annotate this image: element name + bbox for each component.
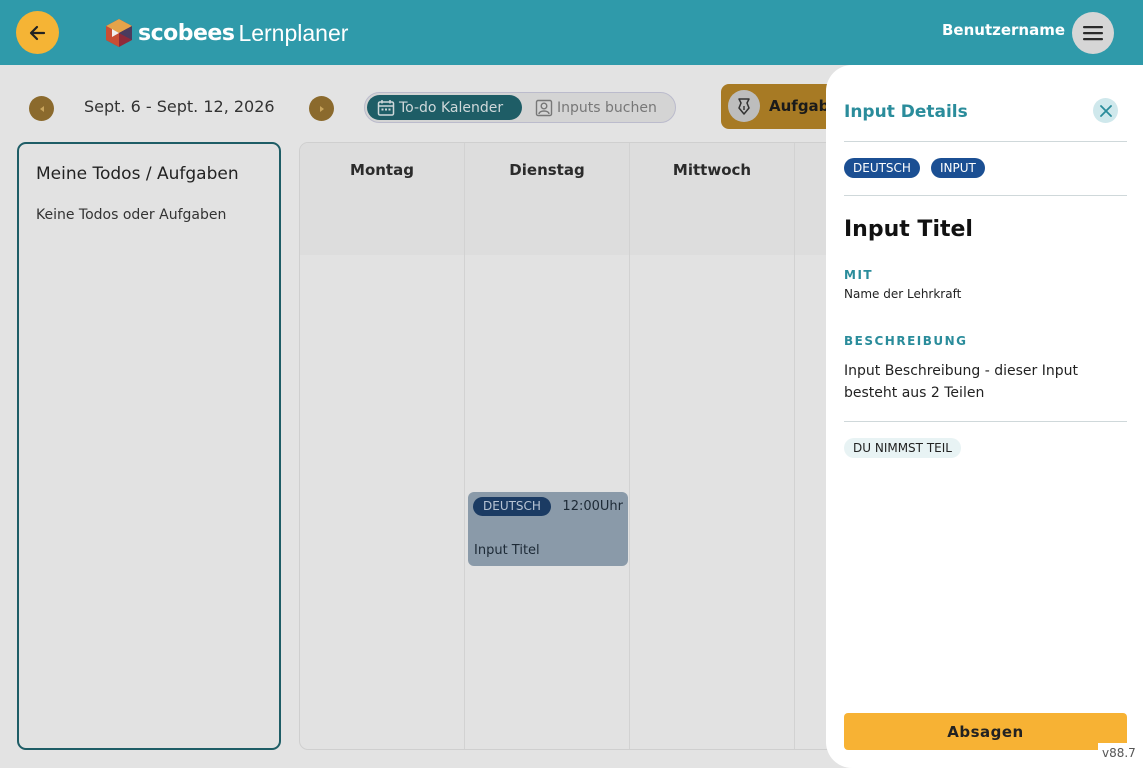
with-label: MIT xyxy=(844,268,874,282)
teacher-name: Name der Lehrkraft xyxy=(844,287,962,301)
todos-panel: Meine Todos / Aufgaben Keine Todos oder … xyxy=(17,142,281,750)
version-label: v88.7 xyxy=(1098,743,1140,763)
week-calendar: Montag Dienstag Mittwoch DEUTSCH 12:00Uh… xyxy=(299,142,839,750)
divider xyxy=(844,141,1127,142)
todos-title: Meine Todos / Aufgaben xyxy=(36,164,239,184)
tab-inputs-buchen[interactable]: Inputs buchen xyxy=(533,95,673,120)
logo-product: Lernplaner xyxy=(238,19,349,46)
app-logo: scobees Lernplaner xyxy=(104,18,348,48)
description-label: BESCHREIBUNG xyxy=(844,334,968,348)
divider xyxy=(844,195,1127,196)
calendar-column-wednesday: Mittwoch xyxy=(630,143,795,749)
pen-nib-icon xyxy=(738,98,750,115)
next-week-button[interactable] xyxy=(309,96,334,121)
calendar-column-tuesday: Dienstag xyxy=(465,143,630,749)
panel-title: Input Details xyxy=(844,102,968,122)
calendar-icon xyxy=(377,99,395,116)
back-button[interactable] xyxy=(16,11,59,54)
logo-brand: scobees xyxy=(138,20,235,46)
username[interactable]: Benutzername xyxy=(942,21,1065,39)
event-time: 12:00Uhr xyxy=(562,499,623,514)
add-aufgabe-button[interactable]: Aufgabe xyxy=(721,84,841,129)
aufgabe-icon-wrap xyxy=(728,90,760,122)
tab-todo-kalender-label: To-do Kalender xyxy=(399,99,504,116)
app-header: scobees Lernplaner Benutzername xyxy=(0,0,1143,65)
date-range: Sept. 6 - Sept. 12, 2026 xyxy=(84,97,275,116)
caret-left-icon xyxy=(39,105,44,112)
subject-tag: DEUTSCH xyxy=(844,158,920,178)
calendar-event[interactable]: DEUTSCH 12:00Uhr Input Titel xyxy=(468,492,628,566)
arrow-left-icon xyxy=(29,25,45,40)
close-icon xyxy=(1099,104,1112,117)
person-badge-icon xyxy=(535,99,553,116)
menu-button[interactable] xyxy=(1072,12,1114,54)
caret-right-icon xyxy=(319,105,324,112)
input-title: Input Titel xyxy=(844,217,973,242)
tab-todo-kalender[interactable]: To-do Kalender xyxy=(367,95,522,120)
divider xyxy=(844,421,1127,422)
input-details-panel: Input Details DEUTSCH INPUT Input Titel … xyxy=(826,65,1143,768)
day-header-tuesday: Dienstag xyxy=(509,161,585,179)
cancel-button[interactable]: Absagen xyxy=(844,713,1127,750)
view-toggle: To-do Kalender Inputs buchen xyxy=(364,92,676,123)
todos-empty-text: Keine Todos oder Aufgaben xyxy=(36,207,227,223)
logo-cube-icon xyxy=(106,19,132,47)
day-header-monday: Montag xyxy=(350,161,414,179)
close-button[interactable] xyxy=(1093,98,1118,123)
event-subject-tag: DEUTSCH xyxy=(473,497,551,516)
day-header-wednesday: Mittwoch xyxy=(672,161,752,179)
tab-inputs-buchen-label: Inputs buchen xyxy=(557,99,657,116)
hamburger-menu-icon xyxy=(1083,26,1103,41)
type-tag: INPUT xyxy=(931,158,985,178)
participation-badge: DU NIMMST TEIL xyxy=(844,438,961,458)
calendar-column-monday: Montag xyxy=(300,143,465,749)
event-title: Input Titel xyxy=(474,543,540,558)
previous-week-button[interactable] xyxy=(29,96,54,121)
description-text: Input Beschreibung - dieser Input besteh… xyxy=(844,363,1078,401)
